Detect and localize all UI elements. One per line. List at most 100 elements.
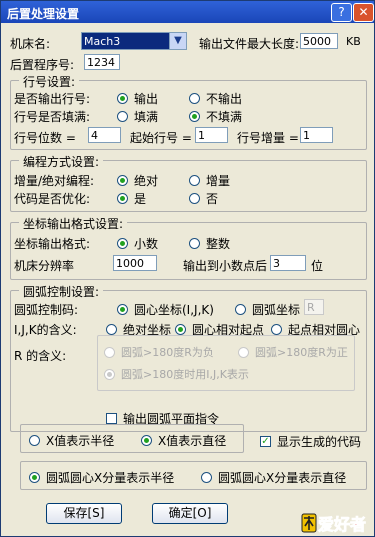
r-ijk-label: 圆弧>180度时用I,J,K表示 bbox=[121, 368, 249, 381]
radius-r-radio[interactable]: 圆弧坐标 bbox=[235, 301, 300, 318]
machine-select-value: Mach3 bbox=[84, 35, 121, 48]
save-button[interactable]: 保存[S] bbox=[46, 503, 122, 524]
coord-format-label: 坐标输出格式: bbox=[14, 237, 91, 251]
fill-yes-radio[interactable]: 填满 bbox=[117, 108, 158, 125]
ok-button[interactable]: 确定[O] bbox=[152, 503, 228, 524]
incremental-label: 增量 bbox=[206, 174, 231, 188]
radius-r-label: 圆弧坐标 bbox=[252, 303, 301, 317]
abs-inc-label: 增量/绝对编程: bbox=[14, 174, 95, 188]
radio-selected-icon bbox=[117, 93, 128, 104]
x-diameter-label: X值表示直径 bbox=[158, 434, 227, 448]
decimal-label: 小数 bbox=[134, 237, 159, 251]
r-meaning-label: R 的含义: bbox=[14, 349, 67, 363]
x-diameter-radio[interactable]: X值表示直径 bbox=[141, 432, 226, 449]
settings-dialog: 后置处理设置 ? ✕ 机床名: Mach3 ▼ 输出文件最大长度: 5000 K… bbox=[0, 0, 375, 537]
show-code-checkbox[interactable]: ✓ 显示生成的代码 bbox=[260, 433, 361, 450]
radio-icon bbox=[117, 111, 128, 122]
maxlen-label: 输出文件最大长度: bbox=[199, 37, 300, 51]
title-bar: 后置处理设置 ? ✕ bbox=[1, 1, 374, 23]
arc-x-box: 圆弧圆心X分量表示半径 圆弧圆心X分量表示直径 bbox=[20, 461, 367, 490]
radio-icon bbox=[201, 472, 212, 483]
coord-group-title: 坐标输出格式设置: bbox=[19, 215, 128, 232]
absolute-radio[interactable]: 绝对 bbox=[117, 172, 158, 189]
radio-selected-icon bbox=[117, 238, 128, 249]
optimize-yes-label: 是 bbox=[134, 192, 147, 206]
check-icon: ✓ bbox=[260, 436, 271, 447]
dialog-body: 机床名: Mach3 ▼ 输出文件最大长度: 5000 KB 后置程序号: 12… bbox=[1, 23, 374, 536]
optimize-label: 代码是否优化: bbox=[14, 192, 91, 206]
r-ijk-radio[interactable]: 圆弧>180度时用I,J,K表示 bbox=[104, 366, 249, 382]
decimal-places-input[interactable]: 3 bbox=[270, 255, 306, 271]
svg-text:爱好者: 爱好者 bbox=[318, 515, 366, 534]
arc-x-diameter-radio[interactable]: 圆弧圆心X分量表示直径 bbox=[201, 469, 346, 486]
ijk-meaning-label: I,J,K的含义: bbox=[14, 323, 77, 337]
x-radius-radio[interactable]: X值表示半径 bbox=[29, 432, 114, 449]
mode-group-title: 编程方式设置: bbox=[19, 153, 104, 170]
maxlen-unit: KB bbox=[346, 35, 361, 48]
arc-group: 圆弧控制设置: 圆弧控制码: 圆心坐标(I,J,K) 圆弧坐标 R I,J,K的… bbox=[10, 283, 367, 432]
r-negative-radio[interactable]: 圆弧>180度R为负 bbox=[104, 344, 214, 360]
arc-group-title: 圆弧控制设置: bbox=[19, 283, 104, 300]
center-ijk-label: 圆心坐标(I,J,K) bbox=[134, 303, 214, 317]
r-negative-label: 圆弧>180度R为负 bbox=[121, 346, 214, 359]
arc-x-radius-radio[interactable]: 圆弧圆心X分量表示半径 bbox=[29, 469, 174, 486]
radio-selected-icon bbox=[117, 304, 128, 315]
increment-input[interactable]: 1 bbox=[300, 127, 333, 143]
absolute-label: 绝对 bbox=[134, 174, 159, 188]
lineno-group: 行号设置: 是否输出行号: 输出 不输出 行号是否填满: 填满 不填满 行号位数… bbox=[10, 73, 367, 150]
chevron-down-icon[interactable]: ▼ bbox=[169, 33, 186, 49]
fill-lineno-label: 行号是否填满: bbox=[14, 110, 91, 124]
radio-selected-icon bbox=[141, 435, 152, 446]
machine-label: 机床名: bbox=[10, 37, 51, 51]
radio-icon bbox=[271, 324, 282, 335]
output-lineno-label: 是否输出行号: bbox=[14, 92, 91, 106]
radio-selected-icon bbox=[29, 472, 40, 483]
digits-label: 行号位数 = bbox=[14, 131, 76, 145]
close-button[interactable]: ✕ bbox=[353, 3, 374, 22]
decimal-places-unit: 位 bbox=[311, 259, 324, 273]
program-label: 后置程序号: bbox=[10, 58, 75, 72]
program-input[interactable]: 1234 bbox=[84, 54, 120, 70]
radio-icon bbox=[104, 346, 115, 358]
arc-x-radius-label: 圆弧圆心X分量表示半径 bbox=[46, 471, 175, 485]
radio-icon bbox=[189, 238, 200, 249]
arc-x-diameter-label: 圆弧圆心X分量表示直径 bbox=[218, 471, 347, 485]
mode-group: 编程方式设置: 增量/绝对编程: 绝对 增量 代码是否优化: 是 否 bbox=[10, 153, 367, 212]
logo-watermark: 爱好者 bbox=[301, 513, 366, 534]
decimal-places-label: 输出到小数点后 bbox=[183, 259, 268, 273]
radio-icon bbox=[189, 175, 200, 186]
r-positive-label: 圆弧>180度R为正 bbox=[255, 346, 348, 359]
decimal-radio[interactable]: 小数 bbox=[117, 235, 158, 252]
fill-yes-label: 填满 bbox=[134, 110, 159, 124]
radio-selected-icon bbox=[117, 193, 128, 204]
radio-selected-icon bbox=[175, 324, 186, 335]
radio-icon bbox=[106, 324, 117, 335]
radio-icon bbox=[189, 193, 200, 204]
optimize-no-label: 否 bbox=[206, 192, 219, 206]
output-yes-radio[interactable]: 输出 bbox=[117, 90, 158, 107]
center-ijk-radio[interactable]: 圆心坐标(I,J,K) bbox=[117, 301, 214, 318]
fill-no-radio[interactable]: 不填满 bbox=[189, 108, 242, 125]
output-no-label: 不输出 bbox=[206, 92, 243, 106]
optimize-no-radio[interactable]: 否 bbox=[189, 190, 218, 207]
show-code-label: 显示生成的代码 bbox=[277, 435, 362, 449]
resolution-input[interactable]: 1000 bbox=[113, 255, 157, 271]
integer-radio[interactable]: 整数 bbox=[189, 235, 230, 252]
window-title: 后置处理设置 bbox=[7, 7, 80, 21]
increment-label: 行号增量 = bbox=[237, 131, 299, 145]
integer-label: 整数 bbox=[206, 237, 231, 251]
maxlen-input[interactable]: 5000 bbox=[300, 33, 338, 49]
help-button[interactable]: ? bbox=[331, 3, 352, 22]
r-meaning-box: 圆弧>180度R为负 圆弧>180度R为正 圆弧>180度时用I,J,K表示 bbox=[97, 335, 355, 391]
fill-no-label: 不填满 bbox=[206, 110, 243, 124]
output-no-radio[interactable]: 不输出 bbox=[189, 90, 242, 107]
radio-selected-icon bbox=[104, 368, 115, 380]
machine-select[interactable]: Mach3 ▼ bbox=[81, 32, 187, 50]
digits-input[interactable]: 4 bbox=[88, 127, 121, 143]
start-input[interactable]: 1 bbox=[195, 127, 228, 143]
optimize-yes-radio[interactable]: 是 bbox=[117, 190, 146, 207]
incremental-radio[interactable]: 增量 bbox=[189, 172, 230, 189]
radius-r-field[interactable]: R bbox=[304, 299, 324, 315]
radio-selected-icon bbox=[117, 175, 128, 186]
r-positive-radio[interactable]: 圆弧>180度R为正 bbox=[238, 344, 348, 360]
